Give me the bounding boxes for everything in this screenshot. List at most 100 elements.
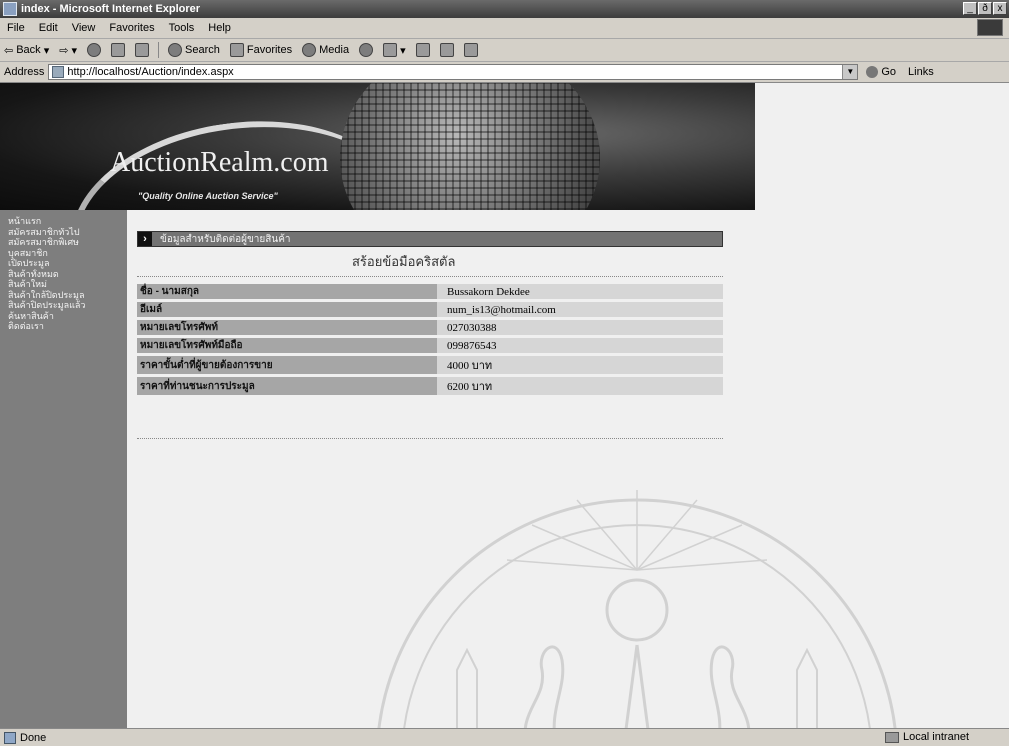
refresh-icon [111, 43, 126, 57]
main-content: › ข้อมูลสำหรับติดต่อผู้ขายสินค้า สร้อยข้… [127, 210, 1009, 728]
favorites-label: Favorites [246, 44, 293, 56]
search-label: Search [185, 44, 220, 56]
row-label: ราคาขั้นต่ำที่ผู้ขายต้องการขาย [137, 356, 437, 374]
site-banner: AuctionRealm.com "Quality Online Auction… [0, 83, 755, 210]
row-value: 6200 บาท [437, 377, 723, 395]
intranet-icon [884, 731, 899, 743]
sidebar-item-new-products[interactable]: สินค้าใหม่ [0, 279, 127, 290]
go-arrow-icon [866, 66, 879, 78]
status-bar: Done Local intranet [0, 728, 1009, 746]
menu-file[interactable]: File [0, 22, 32, 34]
edit-button[interactable] [436, 40, 458, 60]
media-label: Media [319, 44, 350, 56]
mail-dropdown-icon: ▾ [400, 44, 406, 57]
menu-help[interactable]: Help [201, 22, 238, 34]
table-row: ชื่อ - นามสกุล Bussakorn Dekdee [137, 284, 723, 299]
menu-edit[interactable]: Edit [32, 22, 65, 34]
chevron-right-icon: › [138, 232, 152, 246]
window-title: index - Microsoft Internet Explorer [21, 3, 201, 15]
sidebar-item-open-auction[interactable]: เปิดประมูล [0, 258, 127, 269]
row-value: 4000 บาท [437, 356, 723, 374]
menu-view[interactable]: View [65, 22, 103, 34]
forward-button[interactable]: ⇨ ▾ [55, 40, 81, 60]
history-button[interactable] [355, 40, 377, 60]
window-title-bar: index - Microsoft Internet Explorer _ ð … [0, 0, 1009, 18]
row-label: หมายเลขโทรศัพท์ [137, 320, 437, 335]
sidebar-item-closing-soon[interactable]: สินค้าใกล้ปิดประมูล [0, 290, 127, 301]
mail-icon [383, 43, 398, 57]
university-seal-watermark [377, 490, 897, 728]
media-button[interactable]: Media [298, 40, 353, 60]
menu-tools[interactable]: Tools [162, 22, 202, 34]
minimize-button[interactable]: _ [963, 2, 977, 15]
sidebar-item-all-products[interactable]: สินค้าทั้งหมด [0, 269, 127, 280]
section-header: › ข้อมูลสำหรับติดต่อผู้ขายสินค้า [137, 231, 723, 247]
favorites-button[interactable]: Favorites [226, 40, 296, 60]
menu-favorites[interactable]: Favorites [102, 22, 161, 34]
sidebar-item-home[interactable]: หน้าแรก [0, 216, 127, 227]
sidebar-item-contact[interactable]: ติดต่อเรา [0, 321, 127, 332]
stop-button[interactable] [83, 40, 105, 60]
stop-icon [87, 43, 102, 57]
row-label: ชื่อ - นามสกุล [137, 284, 437, 299]
product-title: สร้อยข้อมือคริสตัล [352, 254, 456, 269]
security-zone: Local intranet [884, 731, 969, 743]
home-button[interactable] [131, 40, 153, 60]
seller-contact-table: ชื่อ - นามสกุล Bussakorn Dekdee อีเมล์ n… [137, 281, 723, 398]
back-arrow-icon: ⇦ [4, 44, 14, 57]
address-input[interactable]: http://localhost/Auction/index.aspx ▼ [48, 64, 859, 80]
go-button[interactable]: Go [866, 66, 896, 78]
menu-bar: File Edit View Favorites Tools Help [0, 18, 1009, 39]
favorites-icon [229, 43, 244, 57]
history-icon [359, 43, 374, 57]
go-label: Go [881, 66, 897, 78]
window-controls: _ ð x [963, 2, 1007, 15]
section-header-label: ข้อมูลสำหรับติดต่อผู้ขายสินค้า [160, 233, 291, 245]
row-label: หมายเลขโทรศัพท์มือถือ [137, 338, 437, 353]
address-dropdown-icon[interactable]: ▼ [842, 65, 858, 79]
sidebar-item-members[interactable]: บุคสมาชิก [0, 248, 127, 259]
search-icon [168, 43, 183, 57]
site-tagline: "Quality Online Auction Service" [138, 191, 278, 201]
search-button[interactable]: Search [164, 40, 224, 60]
maximize-button[interactable]: ð [978, 2, 992, 15]
page-icon [52, 66, 65, 78]
row-value: Bussakorn Dekdee [437, 284, 723, 299]
home-icon [135, 43, 150, 57]
sidebar-item-register-general[interactable]: สมัครสมาชิกทั่วไป [0, 227, 127, 238]
media-icon [302, 43, 317, 57]
sidebar-item-closed[interactable]: สินค้าปิดประมูลแล้ว [0, 300, 127, 311]
windows-logo-icon [977, 19, 1003, 36]
links-button[interactable]: Links [908, 66, 934, 78]
toolbar-divider [158, 42, 160, 58]
address-label: Address [4, 66, 45, 78]
print-button[interactable] [412, 40, 434, 60]
row-value: 027030388 [437, 320, 723, 335]
page-viewport: AuctionRealm.com "Quality Online Auction… [0, 83, 1009, 728]
row-value: 099876543 [437, 338, 723, 353]
row-label: ราคาที่ท่านชนะการประมูล [137, 377, 437, 395]
globe-graphic [340, 83, 600, 210]
table-row: หมายเลขโทรศัพท์มือถือ 099876543 [137, 338, 723, 353]
sidebar-nav: หน้าแรก สมัครสมาชิกทั่วไป สมัครสมาชิกพิเ… [0, 210, 127, 728]
close-button[interactable]: x [993, 2, 1007, 15]
zone-label: Local intranet [902, 731, 969, 743]
table-row: หมายเลขโทรศัพท์ 027030388 [137, 320, 723, 335]
discuss-button[interactable] [460, 40, 482, 60]
sidebar-item-register-special[interactable]: สมัครสมาชิกพิเศษ [0, 237, 127, 248]
page-status-icon [4, 731, 16, 744]
discuss-icon [463, 43, 478, 57]
back-button[interactable]: ⇦ Back ▾ [0, 40, 53, 60]
address-bar: Address http://localhost/Auction/index.a… [0, 62, 1009, 83]
address-url: http://localhost/Auction/index.aspx [67, 66, 234, 78]
row-value: num_is13@hotmail.com [437, 302, 723, 317]
sidebar-item-search[interactable]: ค้นหาสินค้า [0, 311, 127, 322]
forward-arrow-icon: ⇨ ▾ [59, 44, 78, 57]
table-row: อีเมล์ num_is13@hotmail.com [137, 302, 723, 317]
standard-toolbar: ⇦ Back ▾ ⇨ ▾ Search Favorites Media ▾ [0, 39, 1009, 62]
table-row: ราคาที่ท่านชนะการประมูล 6200 บาท [137, 377, 723, 395]
row-label: อีเมล์ [137, 302, 437, 317]
mail-button[interactable]: ▾ [379, 40, 410, 60]
refresh-button[interactable] [107, 40, 129, 60]
divider-top [137, 276, 723, 277]
